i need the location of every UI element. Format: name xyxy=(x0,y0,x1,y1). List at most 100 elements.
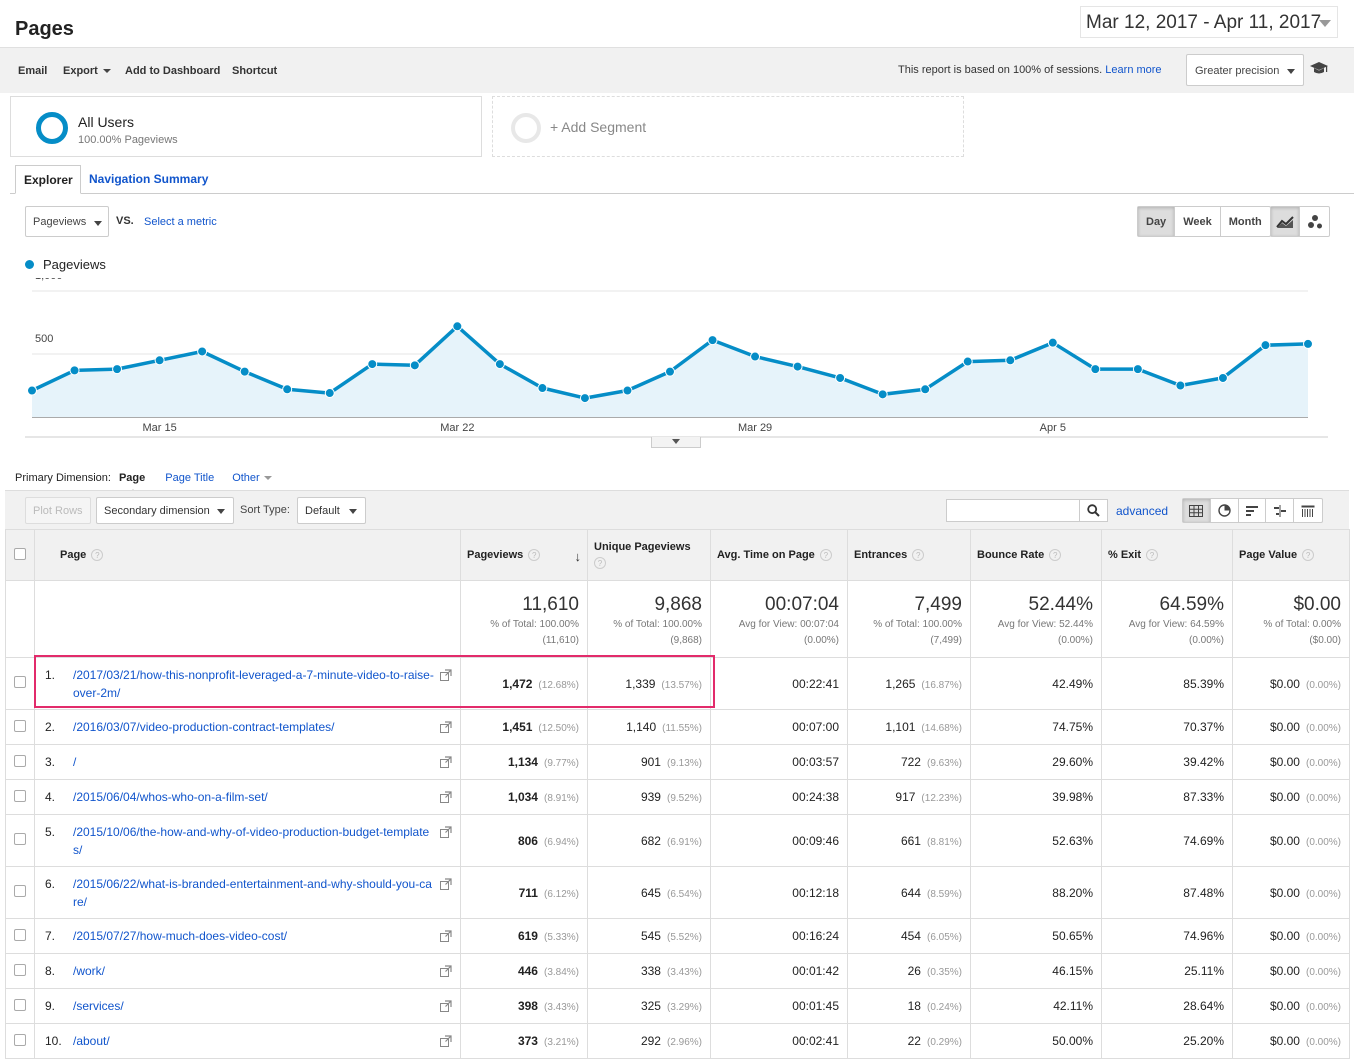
advanced-filter-link[interactable]: advanced xyxy=(1116,504,1168,518)
cell-avg-time: 00:03:57 xyxy=(710,744,848,780)
row-checkbox[interactable] xyxy=(14,998,26,1011)
performance-view-button[interactable] xyxy=(1239,499,1267,522)
row-checkbox[interactable] xyxy=(14,676,26,688)
line-chart-button[interactable] xyxy=(1271,207,1301,236)
tab-navigation-summary[interactable]: Navigation Summary xyxy=(89,172,208,186)
open-external-icon[interactable] xyxy=(440,965,452,980)
percentage-view-button[interactable] xyxy=(1211,499,1239,522)
header-pageviews[interactable]: Pageviews? ↓ xyxy=(460,529,588,581)
page-link[interactable]: /2017/03/21/how-this-nonprofit-leveraged… xyxy=(65,666,434,702)
row-checkbox[interactable] xyxy=(14,963,26,976)
total-pageviews: 11,610 % of Total: 100.00% (11,610) xyxy=(460,580,588,658)
date-range-picker[interactable]: Mar 12, 2017 - Apr 11, 2017 xyxy=(1080,6,1338,38)
graduation-cap-icon[interactable] xyxy=(1309,60,1329,79)
table-view-toggle xyxy=(1182,498,1323,523)
dimension-page-title[interactable]: Page Title xyxy=(165,472,214,484)
search-button[interactable] xyxy=(1079,499,1108,522)
motion-chart-button[interactable] xyxy=(1300,207,1329,236)
header-avg-time[interactable]: Avg. Time on Page? xyxy=(710,529,848,581)
data-view-button[interactable] xyxy=(1183,499,1211,522)
pivot-view-button[interactable] xyxy=(1294,499,1322,522)
x-tick-label: Mar 29 xyxy=(738,422,772,434)
row-checkbox[interactable] xyxy=(14,754,26,767)
period-week-button[interactable]: Week xyxy=(1175,207,1221,236)
dimension-other[interactable]: Other xyxy=(232,472,272,484)
email-button[interactable]: Email xyxy=(18,65,47,77)
add-segment-button[interactable]: + Add Segment xyxy=(492,96,964,157)
header-page-value[interactable]: Page Value? xyxy=(1232,529,1350,581)
help-icon[interactable]: ? xyxy=(1146,549,1159,562)
sort-type-select[interactable]: Default xyxy=(297,497,366,524)
tab-explorer[interactable]: Explorer xyxy=(15,165,81,194)
help-icon[interactable]: ? xyxy=(819,549,832,562)
open-external-icon[interactable] xyxy=(440,756,452,771)
row-page-cell: 5. /2015/10/06/the-how-and-why-of-video-p… xyxy=(34,814,461,867)
chart-point xyxy=(579,393,590,404)
chart-collapse-toggle[interactable] xyxy=(651,437,701,448)
secondary-dimension-select[interactable]: Secondary dimension xyxy=(96,497,234,524)
row-select-cell xyxy=(5,814,35,867)
page-link[interactable]: / xyxy=(65,753,434,771)
help-icon[interactable]: ? xyxy=(1302,549,1315,562)
page-link[interactable]: /services/ xyxy=(65,997,434,1015)
select-metric-link[interactable]: Select a metric xyxy=(144,216,217,228)
header-bounce-rate[interactable]: Bounce Rate? xyxy=(970,529,1102,581)
help-icon[interactable]: ? xyxy=(91,549,104,562)
period-month-button[interactable]: Month xyxy=(1221,207,1270,236)
table-search-input[interactable] xyxy=(946,499,1080,522)
help-icon[interactable]: ? xyxy=(1049,549,1062,562)
page-link[interactable]: /2015/07/27/how-much-does-video-cost/ xyxy=(65,927,434,945)
header-unique-pageviews[interactable]: Unique Pageviews? xyxy=(587,529,711,581)
total-pageviews-count: (11,610) xyxy=(542,635,579,646)
dimension-page[interactable]: Page xyxy=(119,472,145,495)
total-entrances: 7,499 % of Total: 100.00% (7,499) xyxy=(847,580,971,658)
help-icon[interactable]: ? xyxy=(912,549,925,562)
metric-select[interactable]: Pageviews xyxy=(25,206,109,237)
row-checkbox[interactable] xyxy=(14,833,26,845)
shortcut-button[interactable]: Shortcut xyxy=(232,65,277,77)
header-exit[interactable]: % Exit? xyxy=(1101,529,1233,581)
open-external-icon[interactable] xyxy=(440,930,452,945)
page-link[interactable]: /2016/03/07/video-production-contract-te… xyxy=(65,718,434,736)
add-to-dashboard-button[interactable]: Add to Dashboard xyxy=(125,65,220,77)
header-entrances[interactable]: Entrances? xyxy=(847,529,971,581)
cell-unique-pageviews: 338 (3.43%) xyxy=(587,953,711,989)
row-checkbox[interactable] xyxy=(14,719,26,732)
cell-page-value-percent: (0.00%) xyxy=(1305,888,1341,900)
row-checkbox[interactable] xyxy=(14,789,26,802)
tabs-divider xyxy=(10,193,1354,194)
row-checkbox[interactable] xyxy=(14,928,26,941)
help-icon[interactable]: ? xyxy=(594,557,606,569)
segment-all-users[interactable]: All Users 100.00% Pageviews xyxy=(10,96,482,157)
open-external-icon[interactable] xyxy=(440,1035,452,1050)
plot-rows-button[interactable]: Plot Rows xyxy=(25,497,91,524)
open-external-icon[interactable] xyxy=(440,825,452,841)
chart-point xyxy=(920,384,931,395)
page-link[interactable]: /about/ xyxy=(65,1032,434,1050)
cell-unique-pageviews-percent: (9.13%) xyxy=(666,758,702,769)
chart-point xyxy=(1303,338,1313,349)
export-button[interactable]: Export xyxy=(63,65,111,77)
grid-icon xyxy=(1189,504,1204,517)
page-link[interactable]: /work/ xyxy=(65,962,434,980)
page-link[interactable]: /2015/06/22/what-is-branded-entertainmen… xyxy=(65,875,434,911)
row-select-cell xyxy=(5,866,35,919)
open-external-icon[interactable] xyxy=(440,668,452,684)
open-external-icon[interactable] xyxy=(440,721,452,736)
open-external-icon[interactable] xyxy=(440,791,452,806)
precision-select[interactable]: Greater precision xyxy=(1186,54,1304,86)
open-external-icon[interactable] xyxy=(440,877,452,893)
open-external-icon[interactable] xyxy=(440,1000,452,1015)
header-page[interactable]: Page? xyxy=(34,529,461,581)
page-link[interactable]: /2015/10/06/the-how-and-why-of-video-pro… xyxy=(65,823,434,859)
row-checkbox[interactable] xyxy=(14,885,26,897)
select-all-checkbox[interactable] xyxy=(14,547,26,560)
period-day-button[interactable]: Day xyxy=(1138,207,1176,236)
cell-avg-time-value: 00:16:24 xyxy=(792,929,839,943)
help-icon[interactable]: ? xyxy=(528,549,541,562)
comparison-view-button[interactable] xyxy=(1266,499,1295,522)
learn-more-link[interactable]: Learn more xyxy=(1105,64,1161,76)
chart-point xyxy=(1090,364,1101,375)
row-checkbox[interactable] xyxy=(14,1033,26,1046)
page-link[interactable]: /2015/06/04/whos-who-on-a-film-set/ xyxy=(65,788,434,806)
